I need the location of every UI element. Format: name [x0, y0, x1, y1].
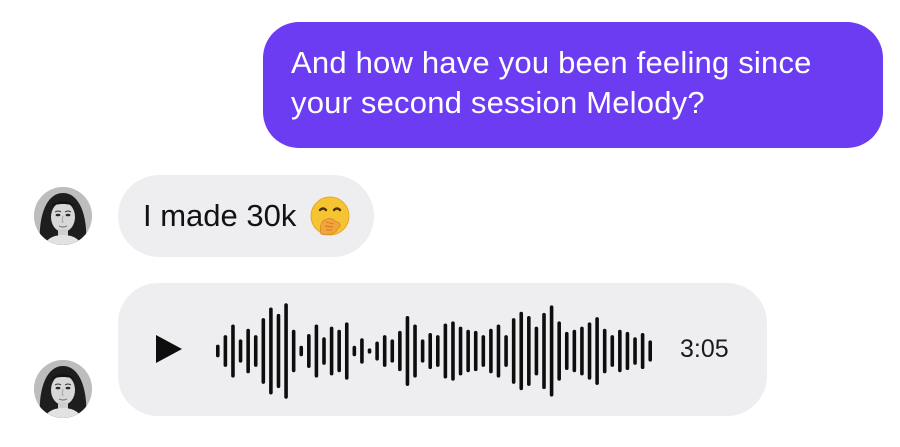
waveform-bar: [443, 323, 448, 379]
waveform-bar: [595, 317, 599, 385]
waveform-bar: [458, 326, 463, 376]
waveform-bar: [322, 337, 326, 365]
avatar-photo-icon: [34, 360, 92, 418]
waveform-bar: [610, 335, 615, 367]
waveform-bar: [223, 335, 228, 367]
waveform-bar: [405, 316, 410, 386]
waveform-bar: [276, 313, 281, 389]
waveform-bar: [473, 330, 478, 372]
waveform-bar: [511, 318, 516, 384]
waveform-bar: [284, 303, 288, 399]
waveform-bar: [382, 335, 387, 367]
waveform-bar: [580, 326, 584, 376]
waveform-bar: [352, 345, 357, 357]
waveform-bar: [215, 344, 220, 358]
audio-waveform[interactable]: [214, 298, 654, 404]
waveform-bar: [261, 318, 266, 384]
waveform-bar: [549, 305, 554, 397]
waveform-bar: [269, 307, 273, 395]
waveform-bar: [451, 321, 455, 381]
waveform-bar: [398, 330, 402, 372]
waveform-bar: [314, 324, 319, 378]
waveform-bar: [640, 332, 645, 370]
waveform-bar: [564, 331, 569, 371]
contact-avatar-voice[interactable]: [34, 360, 92, 418]
waveform-bar: [625, 331, 630, 371]
waveform-bar: [557, 321, 561, 381]
waveform-bar: [375, 341, 379, 361]
waveform-bar: [238, 339, 243, 363]
play-icon: [156, 335, 182, 363]
waveform-bar: [231, 324, 235, 378]
voice-message-bubble[interactable]: 3:05: [118, 283, 767, 416]
waveform-bar: [329, 326, 334, 376]
waveform-bar: [291, 329, 296, 373]
waveform-bar: [534, 326, 539, 376]
incoming-message-text: I made 30k: [143, 198, 297, 233]
waveform-bar: [481, 335, 486, 367]
waveform-bar: [299, 345, 304, 357]
waveform-bar: [572, 329, 577, 373]
play-button[interactable]: [152, 333, 184, 365]
waveform-bar: [633, 337, 637, 365]
voice-duration: 3:05: [680, 335, 729, 363]
waveform-bar: [489, 328, 493, 374]
outgoing-message-bubble[interactable]: And how have you been feeling since your…: [263, 22, 883, 148]
waveform-bar: [466, 329, 470, 373]
waveform-bar: [344, 322, 349, 380]
avatar-photo-icon: [34, 187, 92, 245]
face-with-hand-over-mouth-icon: [308, 194, 352, 238]
waveform-bar: [496, 324, 501, 378]
waveform-bar: [246, 328, 250, 374]
waveform-bar: [253, 335, 258, 367]
waveform-bar: [527, 316, 531, 386]
waveform-bar: [435, 335, 440, 367]
waveform-bar: [413, 324, 417, 378]
waveform-bar: [519, 311, 524, 391]
waveform-bar: [428, 332, 433, 370]
waveform-bar: [504, 335, 508, 367]
outgoing-message-line-2: your second session Melody?: [291, 85, 705, 120]
waveform-bar: [390, 339, 395, 363]
contact-avatar[interactable]: [34, 187, 92, 245]
waveform-bar: [602, 328, 607, 374]
waveform-bar: [360, 338, 364, 364]
waveform-bar: [307, 334, 311, 368]
waveform-bar: [367, 348, 372, 354]
incoming-message-bubble[interactable]: I made 30k: [118, 175, 375, 257]
waveform-bar: [420, 339, 425, 363]
waveform-bar: [618, 329, 622, 373]
waveform-bar: [648, 340, 653, 362]
waveform-bar: [542, 312, 546, 390]
waveform-bar: [337, 329, 341, 373]
outgoing-message-line-1: And how have you been feeling since: [291, 45, 812, 80]
waveform-bar: [587, 322, 592, 380]
